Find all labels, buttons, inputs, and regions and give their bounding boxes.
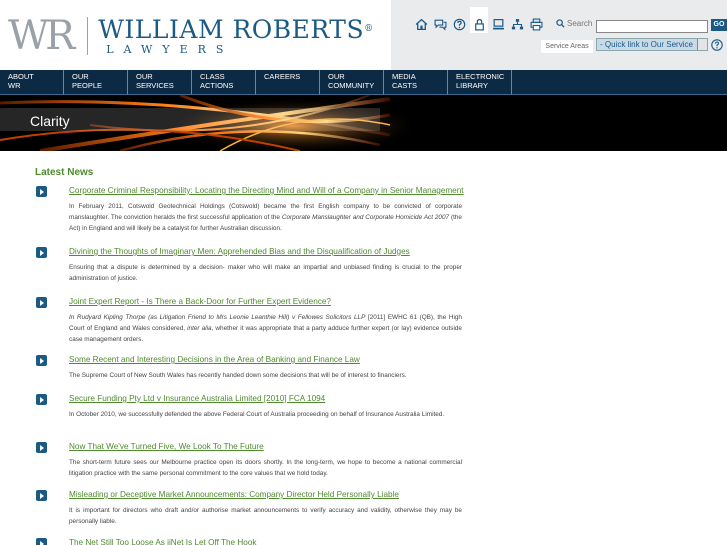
- nav-our-community[interactable]: OUR COMMUNITY: [320, 70, 384, 94]
- news-summary-text: The Supreme Court of New South Wales has…: [69, 372, 407, 379]
- news-summary: The short-term future sees our Melbourne…: [69, 457, 462, 479]
- arrow-right-icon[interactable]: [36, 490, 47, 501]
- news-summary: It is important for directors who draft …: [69, 505, 462, 527]
- service-areas-label: Service Areas: [541, 40, 593, 53]
- arrow-right-icon[interactable]: [36, 394, 47, 405]
- news-summary: In October 2010, we successfully defende…: [69, 409, 462, 420]
- banner-title: Clarity: [30, 113, 70, 129]
- sitemap-icon[interactable]: [509, 16, 526, 33]
- search-icon: [556, 19, 565, 28]
- hero-banner: Clarity: [0, 95, 727, 151]
- news-summary: The Supreme Court of New South Wales has…: [69, 370, 462, 381]
- site-header: WR WILLIAM ROBERTS® LAWYERS Search GO Se…: [0, 0, 727, 70]
- arrow-right-icon[interactable]: [36, 186, 47, 197]
- news-summary-text: inter alia: [187, 325, 212, 332]
- logo-subtitle: LAWYERS: [106, 42, 234, 56]
- logo-text: WILLIAM ROBERTS® LAWYERS: [98, 16, 373, 57]
- search-input[interactable]: [596, 20, 708, 33]
- news-summary-text: Ensuring that a dispute is determined by…: [69, 264, 462, 282]
- nav-our-services[interactable]: OUR SERVICES: [128, 70, 192, 94]
- search-label: Search: [556, 19, 592, 28]
- logo-divider: [87, 17, 89, 55]
- news-title-link[interactable]: Joint Expert Report - Is There a Back-Do…: [69, 297, 331, 306]
- arrow-right-icon[interactable]: [36, 538, 47, 545]
- news-title-link[interactable]: Misleading or Deceptive Market Announcem…: [69, 490, 399, 499]
- quick-link-select[interactable]: - Quick link to Our Service: [596, 38, 708, 51]
- news-summary-text: The short-term future sees our Melbourne…: [69, 459, 462, 477]
- computer-icon[interactable]: [490, 16, 507, 33]
- main-nav: ABOUT WR OUR PEOPLE OUR SERVICES CLASS A…: [0, 70, 727, 95]
- nav-careers[interactable]: CAREERS: [256, 70, 320, 94]
- home-icon[interactable]: [413, 16, 430, 33]
- nav-electronic-library[interactable]: ELECTRONIC LIBRARY: [448, 70, 512, 94]
- arrow-right-icon[interactable]: [36, 442, 47, 453]
- help-icon[interactable]: [451, 16, 468, 33]
- nav-about-wr[interactable]: ABOUT WR: [0, 70, 64, 94]
- news-title-link[interactable]: Secure Funding Pty Ltd v Insurance Austr…: [69, 394, 325, 403]
- utility-icons: [413, 7, 547, 33]
- main-content: Latest News Corporate Criminal Responsib…: [0, 151, 727, 545]
- news-title-link[interactable]: Now That We've Turned Five, We Look To T…: [69, 442, 264, 451]
- logo-name: WILLIAM ROBERTS®: [98, 14, 374, 44]
- go-button[interactable]: GO: [711, 19, 727, 31]
- utility-panel: Search GO Service Areas - Quick link to …: [391, 0, 727, 70]
- latest-news-heading: Latest News: [35, 167, 94, 178]
- logo-mark: WR: [8, 13, 75, 59]
- news-summary-text: Corporate Manslaughter and Corporate Hom…: [281, 214, 450, 221]
- news-summary-text: It is important for directors who draft …: [69, 507, 462, 525]
- nav-class-actions[interactable]: CLASS ACTIONS: [192, 70, 256, 94]
- chevron-down-icon[interactable]: [697, 39, 707, 50]
- chat-icon[interactable]: [432, 16, 449, 33]
- news-summary-text: In October 2010, we successfully defende…: [69, 411, 445, 418]
- help-circle-icon[interactable]: [711, 39, 723, 51]
- news-title-link[interactable]: The Net Still Too Loose As iiNet Is Let …: [69, 538, 257, 545]
- news-summary: In February 2011, Cotswold Geotechnical …: [69, 201, 462, 234]
- arrow-right-icon[interactable]: [36, 297, 47, 308]
- arrow-right-icon[interactable]: [36, 355, 47, 366]
- news-title-link[interactable]: Corporate Criminal Responsibility: Locat…: [69, 186, 464, 195]
- nav-our-people[interactable]: OUR PEOPLE: [64, 70, 128, 94]
- lock-icon[interactable]: [470, 7, 488, 33]
- news-summary-text: In Rudyard Kipling Thorpe (as Litigation…: [69, 314, 366, 321]
- news-summary: In Rudyard Kipling Thorpe (as Litigation…: [69, 312, 462, 345]
- site-logo[interactable]: WR WILLIAM ROBERTS® LAWYERS: [8, 14, 374, 58]
- news-title-link[interactable]: Divining the Thoughts of Imaginary Men: …: [69, 247, 410, 256]
- news-title-link[interactable]: Some Recent and Interesting Decisions in…: [69, 355, 360, 364]
- news-summary: Ensuring that a dispute is determined by…: [69, 262, 462, 284]
- print-icon[interactable]: [528, 16, 545, 33]
- arrow-right-icon[interactable]: [36, 247, 47, 258]
- nav-media-casts[interactable]: MEDIA CASTS: [384, 70, 448, 94]
